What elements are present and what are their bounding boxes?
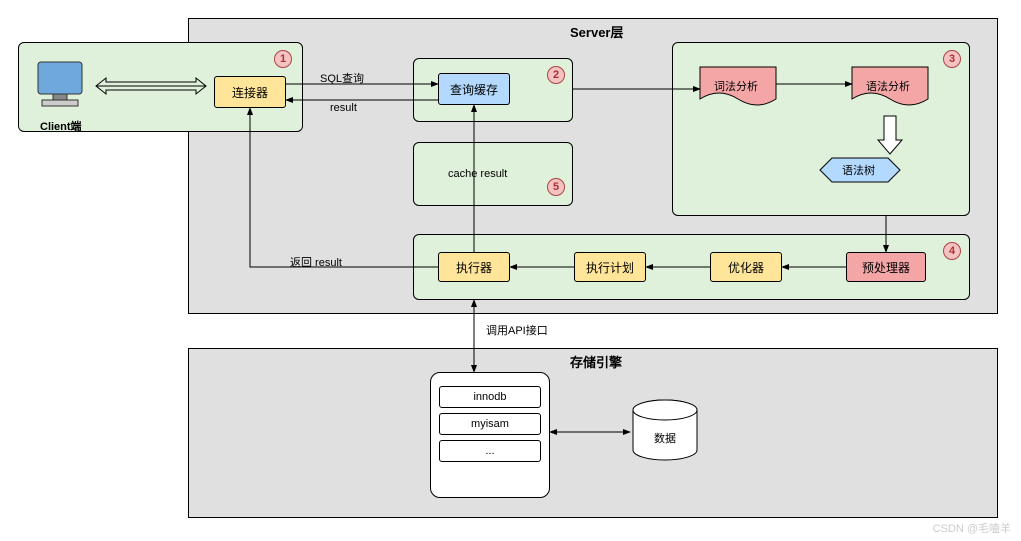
exec-plan-text: 执行计划	[586, 259, 634, 276]
optimizer-text: 优化器	[728, 259, 764, 276]
badge-1: 1	[274, 50, 292, 68]
sql-query-label: SQL查询	[320, 70, 364, 86]
connector-text: 连接器	[232, 84, 268, 101]
badge-3: 3	[943, 50, 961, 68]
engine-container: innodb myisam ...	[430, 372, 550, 498]
executor-box: 执行器	[438, 252, 510, 282]
parser-group	[672, 42, 970, 216]
preprocessor-text: 预处理器	[862, 259, 910, 276]
client-caption: Client端	[40, 118, 82, 134]
engine-etc: ...	[439, 440, 541, 462]
cache-result-label: cache result	[448, 168, 507, 180]
engine-myisam: myisam	[439, 413, 541, 435]
server-label: Server层	[570, 22, 623, 41]
query-cache-text: 查询缓存	[450, 81, 498, 98]
syntax-tree-text: 语法树	[842, 162, 875, 178]
engine-innodb: innodb	[439, 386, 541, 408]
watermark: CSDN @毛嗑羊	[933, 520, 1011, 536]
badge-2: 2	[547, 66, 565, 84]
api-call-label: 调用API接口	[486, 322, 548, 338]
storage-region	[188, 348, 998, 518]
query-cache-box: 查询缓存	[438, 73, 510, 105]
lexical-text: 词法分析	[714, 78, 758, 94]
connector-box: 连接器	[214, 76, 286, 108]
badge-4: 4	[943, 242, 961, 260]
syntax-text: 语法分析	[866, 78, 910, 94]
executor-text: 执行器	[456, 259, 492, 276]
return-result-label: 返回 result	[290, 254, 342, 270]
diagram-canvas: Server层 存储引擎 Client端 连接器 1 查询缓存 2 cache …	[0, 0, 1021, 541]
data-text: 数据	[654, 430, 676, 446]
badge-5: 5	[547, 178, 565, 196]
result-label: result	[330, 102, 357, 114]
preprocessor-box: 预处理器	[846, 252, 926, 282]
exec-plan-box: 执行计划	[574, 252, 646, 282]
storage-label: 存储引擎	[570, 352, 622, 371]
optimizer-box: 优化器	[710, 252, 782, 282]
